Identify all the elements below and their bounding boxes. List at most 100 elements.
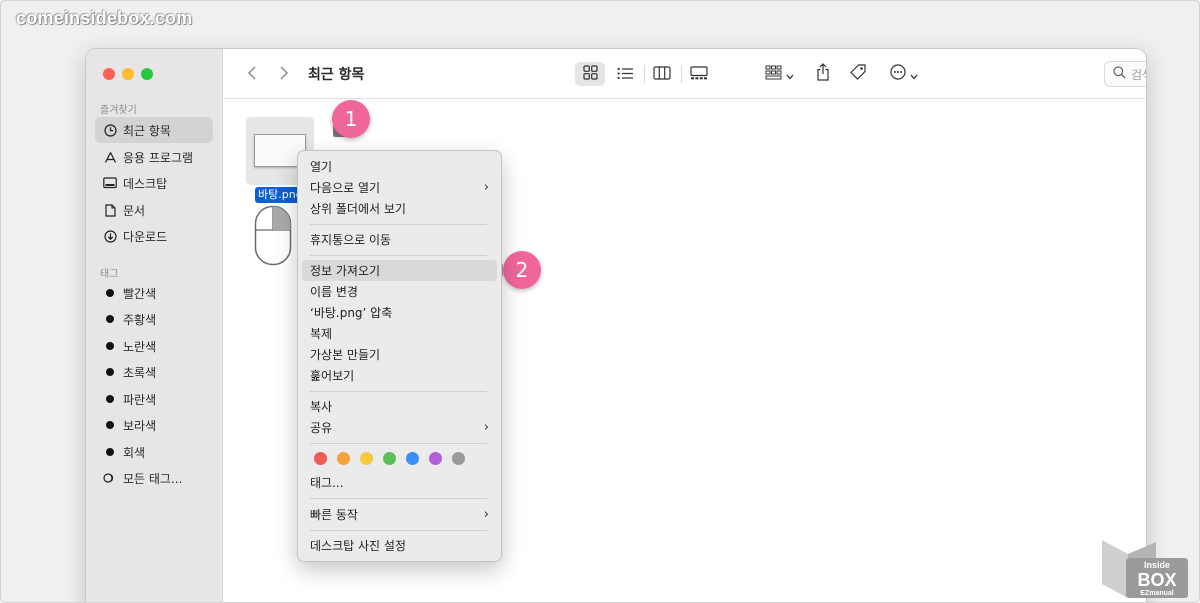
- menu-item-copy[interactable]: 복사: [302, 396, 497, 417]
- menu-item-share[interactable]: 공유 ›: [302, 417, 497, 438]
- tag-color-purple[interactable]: [429, 452, 442, 465]
- menu-separator: [310, 391, 487, 392]
- back-button[interactable]: [242, 64, 262, 84]
- tag-color-red[interactable]: [314, 452, 327, 465]
- search-icon: [1113, 66, 1126, 82]
- sidebar-item-label: 최근 항목: [123, 123, 171, 138]
- toolbar: 최근 항목 검: [224, 49, 1146, 99]
- menu-item-get-info[interactable]: 정보 가져오기: [302, 260, 497, 281]
- all-tags-icon: [103, 471, 117, 485]
- sidebar-item-label: 빨간색: [123, 286, 157, 301]
- toolbar-divider: [644, 65, 645, 83]
- traffic-lights: [103, 68, 153, 80]
- sidebar-item-label: 보라색: [123, 418, 157, 433]
- minimize-button[interactable]: [122, 68, 134, 80]
- tag-dot-icon: [106, 368, 114, 376]
- sidebar-item-desktop[interactable]: 데스크탑: [95, 170, 213, 196]
- column-view-button[interactable]: [647, 62, 677, 86]
- sidebar-tag-blue[interactable]: 파란색: [95, 386, 213, 412]
- sidebar-item-label: 노란색: [123, 339, 157, 354]
- sidebar-tag-purple[interactable]: 보라색: [95, 412, 213, 438]
- tag-color-orange[interactable]: [337, 452, 350, 465]
- grid-icon: [582, 64, 598, 84]
- menu-item-make-alias[interactable]: 가상본 만들기: [302, 344, 497, 365]
- menu-item-open-with[interactable]: 다음으로 열기 ›: [302, 177, 497, 198]
- menu-item-quick-actions[interactable]: 빠른 동작 ›: [302, 504, 497, 525]
- action-button[interactable]: [884, 62, 924, 86]
- group-grid-icon: [765, 65, 782, 84]
- sidebar-item-label: 다운로드: [123, 229, 168, 244]
- forward-button[interactable]: [274, 64, 294, 84]
- gallery-view-button[interactable]: [684, 62, 714, 86]
- sidebar-item-downloads[interactable]: 다운로드: [95, 223, 213, 249]
- tag-dot-icon: [106, 289, 114, 297]
- chevron-down-icon: [910, 65, 918, 84]
- applications-icon: [103, 150, 117, 164]
- sidebar-item-label: 문서: [123, 203, 146, 218]
- search-placeholder: 검색: [1131, 67, 1146, 82]
- insidebox-logo: Inside BOX EZmanual: [1102, 540, 1188, 598]
- window-title: 최근 항목: [308, 67, 365, 83]
- sidebar: 즐겨찾기 최근 항목 응용 프로그램 데스크탑 문서 다운로드 태그 빨간색 주…: [86, 49, 223, 603]
- menu-item-compress[interactable]: ‘바탕.png’ 압축: [302, 302, 497, 323]
- context-menu: 열기 다음으로 열기 › 상위 폴더에서 보기 휴지통으로 이동 정보 가져오기 …: [297, 150, 502, 562]
- sidebar-tag-red[interactable]: 빨간색: [95, 280, 213, 306]
- ellipsis-circle-icon: [890, 64, 906, 84]
- sidebar-tag-yellow[interactable]: 노란색: [95, 333, 213, 359]
- tag-color-blue[interactable]: [406, 452, 419, 465]
- columns-icon: [653, 65, 671, 84]
- menu-item-move-to-trash[interactable]: 휴지통으로 이동: [302, 229, 497, 250]
- tag-dot-icon: [106, 315, 114, 323]
- step-1-badge: 1: [332, 100, 370, 138]
- svg-text:BOX: BOX: [1137, 570, 1176, 590]
- desktop-icon: [103, 176, 117, 190]
- menu-item-tags[interactable]: 태그...: [302, 472, 497, 493]
- sidebar-tag-gray[interactable]: 회색: [95, 439, 213, 465]
- search-field[interactable]: 검색: [1104, 61, 1146, 87]
- gallery-icon: [690, 65, 708, 84]
- menu-separator: [310, 224, 487, 225]
- menu-item-quick-look[interactable]: 훑어보기: [302, 365, 497, 386]
- chevron-left-icon: [247, 65, 257, 84]
- sidebar-tag-green[interactable]: 초록색: [95, 359, 213, 385]
- tag-icon: [849, 63, 867, 85]
- finder-window: 즐겨찾기 최근 항목 응용 프로그램 데스크탑 문서 다운로드 태그 빨간색 주…: [85, 48, 1147, 603]
- sidebar-item-recents[interactable]: 최근 항목: [95, 117, 213, 143]
- sidebar-item-label: 주황색: [123, 312, 157, 327]
- tag-dot-icon: [106, 448, 114, 456]
- chevron-right-icon: [279, 65, 289, 84]
- menu-item-duplicate[interactable]: 복제: [302, 323, 497, 344]
- sidebar-item-label: 회색: [123, 445, 146, 460]
- menu-separator: [310, 255, 487, 256]
- tag-color-gray[interactable]: [452, 452, 465, 465]
- sidebar-tag-all[interactable]: 모든 태그...: [95, 465, 213, 491]
- menu-item-open[interactable]: 열기: [302, 156, 497, 177]
- sidebar-item-label: 데스크탑: [123, 176, 168, 191]
- menu-item-set-desktop-picture[interactable]: 데스크탑 사진 설정: [302, 535, 497, 556]
- menu-item-rename[interactable]: 이름 변경: [302, 281, 497, 302]
- tag-dot-icon: [106, 395, 114, 403]
- sidebar-tag-orange[interactable]: 주황색: [95, 306, 213, 332]
- group-by-button[interactable]: [759, 62, 799, 86]
- tag-button[interactable]: [845, 62, 871, 86]
- sidebar-item-label: 초록색: [123, 365, 157, 380]
- mouse-right-click-icon: [254, 205, 292, 266]
- tag-color-green[interactable]: [383, 452, 396, 465]
- sidebar-item-label: 응용 프로그램: [123, 150, 194, 165]
- share-button[interactable]: [810, 62, 836, 86]
- chevron-right-icon: ›: [483, 420, 489, 435]
- tag-color-yellow[interactable]: [360, 452, 373, 465]
- clock-icon: [103, 123, 117, 137]
- sidebar-item-label: 모든 태그...: [123, 471, 183, 486]
- icon-view-button[interactable]: [575, 62, 605, 86]
- zoom-button[interactable]: [141, 68, 153, 80]
- tag-dot-icon: [106, 421, 114, 429]
- close-button[interactable]: [103, 68, 115, 80]
- list-icon: [617, 65, 634, 84]
- menu-item-show-enclosing-folder[interactable]: 상위 폴더에서 보기: [302, 198, 497, 219]
- share-icon: [816, 63, 830, 85]
- favorites-heading: 즐겨찾기: [100, 105, 137, 116]
- list-view-button[interactable]: [610, 62, 640, 86]
- sidebar-item-applications[interactable]: 응용 프로그램: [95, 144, 213, 170]
- sidebar-item-documents[interactable]: 문서: [95, 197, 213, 223]
